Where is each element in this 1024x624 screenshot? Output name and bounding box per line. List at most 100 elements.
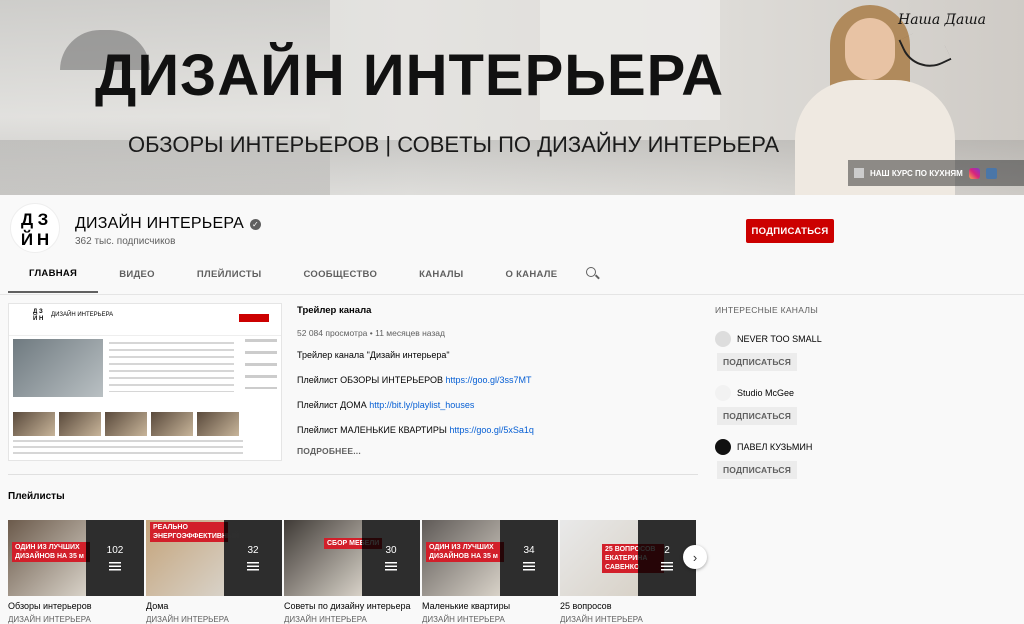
playlist-title[interactable]: 25 вопросов (560, 601, 696, 611)
avatar[interactable] (715, 439, 731, 455)
playlist-icon (661, 562, 673, 571)
playlist-title[interactable]: Маленькие квартиры (422, 601, 558, 611)
mini-tabs (9, 326, 281, 336)
mini-subscribe (239, 314, 269, 322)
subscribe-button[interactable]: ПОДПИСАТЬСЯ (746, 219, 834, 243)
channel-tabs: ГЛАВНАЯ ВИДЕО ПЛЕЙЛИСТЫ СООБЩЕСТВО КАНАЛ… (0, 255, 1024, 293)
verified-icon: ✓ (250, 218, 261, 230)
playlist-count-overlay: 32 (224, 520, 282, 596)
more-button[interactable]: ПОДРОБНЕЕ... (297, 446, 361, 456)
instagram-icon[interactable] (968, 167, 980, 179)
avatar[interactable] (715, 385, 731, 401)
tab-about[interactable]: О КАНАЛЕ (484, 255, 578, 293)
banner-subtitle: ОБЗОРЫ ИНТЕРЬЕРОВ | СОВЕТЫ ПО ДИЗАЙНУ ИН… (128, 132, 780, 157)
featured-channel-name[interactable]: NEVER TOO SMALL (737, 334, 822, 344)
playlist-icon (247, 562, 259, 571)
avatar[interactable] (715, 331, 731, 347)
playlist-count-overlay: 30 (362, 520, 420, 596)
mini-thumbs (13, 412, 239, 436)
thumbnail-image (284, 520, 362, 596)
playlists-row: ОДИН ИЗ ЛУЧШИХ ДИЗАЙНОВ НА 35 м 102 Обзо… (8, 520, 696, 624)
banner-link-label[interactable]: НАШ КУРС ПО КУХНЯМ (870, 169, 963, 178)
featured-channel: ПАВЕЛ КУЗЬМИН ПОДПИСАТЬСЯ (715, 439, 1015, 479)
playlist-card[interactable]: ОДИН ИЗ ЛУЧШИХ ДИЗАЙНОВ НА 35 м 34 Мален… (422, 520, 558, 624)
thumbnail-caption: РЕАЛЬНО ЭНЕРГОЭФФЕКТИВНЫЙ (150, 522, 239, 542)
playlists-heading[interactable]: Плейлисты (8, 491, 65, 502)
mini-text (109, 342, 234, 392)
mini-video (13, 339, 103, 397)
playlist-owner[interactable]: ДИЗАЙН ИНТЕРЬЕРА (560, 615, 696, 624)
playlist-card[interactable]: 25 ВОПРОСОВ ЕКАТЕРИНА САВЕНКО 2 25 вопро… (560, 520, 696, 624)
playlist-icon (523, 562, 535, 571)
banner-note: Наша Даша (898, 12, 986, 28)
featured-heading: ИНТЕРЕСНЫЕ КАНАЛЫ (715, 305, 819, 315)
playlist-link[interactable]: https://goo.gl/5xSa1q (449, 425, 534, 435)
playlist-thumbnail[interactable]: ОДИН ИЗ ЛУЧШИХ ДИЗАЙНОВ НА 35 м 102 (8, 520, 144, 596)
tab-playlists[interactable]: ПЛЕЙЛИСТЫ (176, 255, 283, 293)
tab-home[interactable]: ГЛАВНАЯ (8, 255, 99, 293)
video-count: 2 (664, 545, 670, 556)
playlist-thumbnail[interactable]: 25 ВОПРОСОВ ЕКАТЕРИНА САВЕНКО 2 (560, 520, 696, 596)
video-count: 102 (106, 545, 124, 556)
trailer-description: Трейлер канала 52 084 просмотра • 11 мес… (297, 305, 697, 456)
playlist-owner[interactable]: ДИЗАЙН ИНТЕРЬЕРА (8, 615, 144, 624)
playlist-link[interactable]: http://bit.ly/playlist_houses (369, 400, 474, 410)
channel-header: Д З Й Н ДИЗАЙН ИНТЕРЬЕРА ✓ 362 тыс. подп… (0, 195, 1024, 295)
subscribe-button[interactable]: ПОДПИСАТЬСЯ (717, 353, 798, 371)
tab-videos[interactable]: ВИДЕО (98, 255, 176, 293)
featured-channels: ИНТЕРЕСНЫЕ КАНАЛЫ NEVER TOO SMALL ПОДПИС… (715, 305, 1015, 493)
subscribe-button[interactable]: ПОДПИСАТЬСЯ (717, 407, 798, 425)
thumbnail-caption: ОДИН ИЗ ЛУЧШИХ ДИЗАЙНОВ НА 35 м (426, 542, 504, 562)
subscriber-count: 362 тыс. подписчиков (75, 236, 176, 247)
trailer-title[interactable]: Трейлер канала (297, 305, 697, 316)
mini-lines (13, 440, 243, 456)
trailer-meta: 52 084 просмотра • 11 месяцев назад (297, 328, 445, 338)
featured-channel-name[interactable]: Studio McGee (737, 388, 794, 398)
trailer-text: Трейлер канала "Дизайн интерьера" (297, 350, 450, 360)
mini-channel-name: ДИЗАЙН ИНТЕРЬЕРА (51, 312, 114, 318)
playlist-owner[interactable]: ДИЗАЙН ИНТЕРЬЕРА (284, 615, 420, 624)
chevron-right-icon[interactable]: › (683, 545, 707, 569)
featured-channel: Studio McGee ПОДПИСАТЬСЯ (715, 385, 1015, 425)
featured-channel: NEVER TOO SMALL ПОДПИСАТЬСЯ (715, 331, 1015, 371)
channel-banner: ДИЗАЙН ИНТЕРЬЕРА ОБЗОРЫ ИНТЕРЬЕРОВ | СОВ… (0, 0, 1024, 195)
playlist-icon (109, 562, 121, 571)
tab-channels[interactable]: КАНАЛЫ (398, 255, 484, 293)
avatar[interactable]: Д З Й Н (10, 203, 60, 253)
playlist-title[interactable]: Обзоры интерьеров (8, 601, 144, 611)
featured-channel-name[interactable]: ПАВЕЛ КУЗЬМИН (737, 442, 812, 452)
playlist-card[interactable]: СБОР МЕБЕЛИ 30 Советы по дизайну интерье… (284, 520, 420, 624)
playlist-title[interactable]: Советы по дизайну интерьера (284, 601, 420, 611)
video-count: 32 (247, 545, 259, 556)
trailer-video[interactable]: Д ЗЙ Н ДИЗАЙН ИНТЕРЬЕРА (8, 303, 282, 461)
playlist-link[interactable]: https://goo.gl/3ss7MT (445, 375, 531, 385)
mini-side (245, 339, 277, 389)
tab-community[interactable]: СООБЩЕСТВО (282, 255, 398, 293)
playlist-owner[interactable]: ДИЗАЙН ИНТЕРЬЕРА (146, 615, 282, 624)
channel-name: ДИЗАЙН ИНТЕРЬЕРА ✓ (75, 215, 261, 233)
link-icon (854, 168, 864, 178)
playlist-owner[interactable]: ДИЗАЙН ИНТЕРЬЕРА (422, 615, 558, 624)
mini-logo: Д ЗЙ Н (33, 309, 44, 322)
playlist-card[interactable]: РЕАЛЬНО ЭНЕРГОЭФФЕКТИВНЫЙ 32 Дома ДИЗАЙН… (146, 520, 282, 624)
playlist-link-line: Плейлист ДОМА http://bit.ly/playlist_hou… (297, 400, 475, 410)
playlist-title[interactable]: Дома (146, 601, 282, 611)
video-count: 34 (523, 545, 535, 556)
subscribe-button[interactable]: ПОДПИСАТЬСЯ (717, 461, 798, 479)
banner-links[interactable]: НАШ КУРС ПО КУХНЯМ (848, 160, 1024, 186)
playlist-icon (385, 562, 397, 571)
tabs-divider (0, 294, 1024, 295)
search-icon[interactable] (586, 267, 600, 281)
video-count: 30 (385, 545, 397, 556)
playlist-thumbnail[interactable]: РЕАЛЬНО ЭНЕРГОЭФФЕКТИВНЫЙ 32 (146, 520, 282, 596)
vk-icon[interactable] (985, 167, 997, 179)
playlist-count-overlay: 102 (86, 520, 144, 596)
playlist-thumbnail[interactable]: ОДИН ИЗ ЛУЧШИХ ДИЗАЙНОВ НА 35 м 34 (422, 520, 558, 596)
playlist-thumbnail[interactable]: СБОР МЕБЕЛИ 30 (284, 520, 420, 596)
playlist-count-overlay: 34 (500, 520, 558, 596)
section-divider (8, 474, 698, 475)
playlist-link-line: Плейлист МАЛЕНЬКИЕ КВАРТИРЫ https://goo.… (297, 425, 534, 435)
banner-title: ДИЗАЙН ИНТЕРЬЕРА (95, 43, 725, 108)
thumbnail-caption: ОДИН ИЗ ЛУЧШИХ ДИЗАЙНОВ НА 35 м (12, 542, 90, 562)
playlist-card[interactable]: ОДИН ИЗ ЛУЧШИХ ДИЗАЙНОВ НА 35 м 102 Обзо… (8, 520, 144, 624)
